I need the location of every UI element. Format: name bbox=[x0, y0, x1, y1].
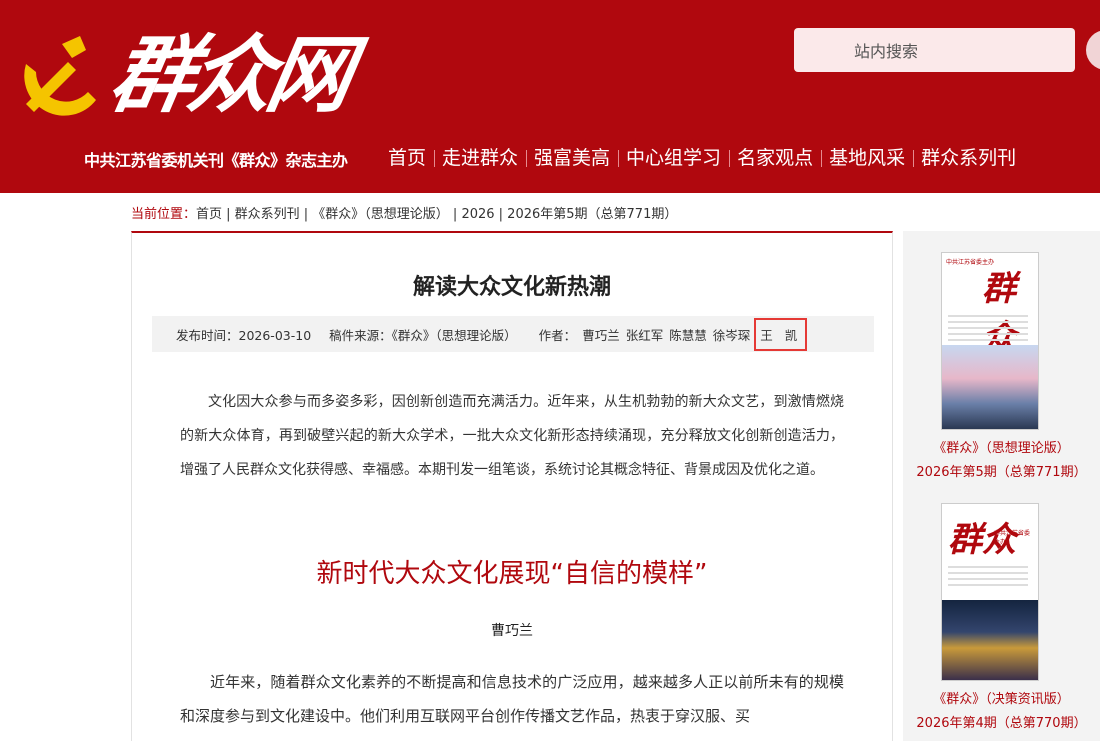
article-panel: 解读大众文化新热潮 发布时间：2026-03-10 稿件来源：《群众》（思想理论… bbox=[131, 231, 893, 741]
author-name: 陈慧慧 bbox=[669, 327, 707, 343]
highlighted-author: 王 凯 bbox=[754, 317, 808, 351]
nav-item-home[interactable]: 首页 bbox=[380, 143, 434, 173]
cover-image bbox=[942, 600, 1038, 680]
cover-image bbox=[942, 345, 1038, 429]
nav-item-qiangfu[interactable]: 强富美高 bbox=[526, 143, 618, 173]
breadcrumb-lead: 当前位置： bbox=[131, 207, 197, 222]
search-input[interactable]: 站内搜索 bbox=[794, 28, 1075, 72]
cover-issue: 2026年第4期（总第770期） bbox=[916, 716, 1087, 731]
nav-item-series[interactable]: 群众系列刊 bbox=[913, 143, 1024, 173]
article-title: 解读大众文化新热潮 bbox=[412, 275, 611, 300]
cover-caption-2[interactable]: 《群众》（决策资讯版） 2026年第4期（总第770期） bbox=[903, 688, 1100, 736]
sponsor-text: 中共江苏省委机关刊《群众》杂志主办 bbox=[84, 151, 348, 170]
author-name: 徐岑琛 bbox=[712, 327, 751, 343]
cover-title: 《群众》（决策资讯版） bbox=[933, 692, 1070, 707]
search-placeholder: 站内搜索 bbox=[854, 42, 919, 61]
breadcrumb-path[interactable]: 首页 | 群众系列刊 | 《群众》（思想理论版） | 2026 | 2026年第… bbox=[196, 207, 677, 222]
article-intro: 文化因大众参与而多姿多彩，因创新创造而充满活力。近年来，从生机勃勃的新大众文艺，… bbox=[180, 394, 844, 478]
cover-header: 中共江苏省委主办 bbox=[994, 530, 1031, 546]
article-source: 稿件来源：《群众》（思想理论版） bbox=[329, 327, 517, 343]
sidebar: 中共江苏省委主办 群众 《群众》（思想理论版） 2026年第5期（总第771期）… bbox=[903, 231, 1100, 741]
cover-contents bbox=[948, 566, 1028, 590]
article-meta: 发布时间：2026-03-10 稿件来源：《群众》（思想理论版） 作者： 曹巧兰… bbox=[152, 316, 874, 352]
author-name: 张红军 bbox=[625, 327, 664, 343]
magazine-cover-2[interactable]: 群众 中共江苏省委主办 bbox=[941, 503, 1039, 681]
nav-item-bases[interactable]: 基地风采 bbox=[821, 143, 913, 173]
article-body: 近年来，随着群众文化素养的不断提高和信息技术的广泛应用，越来越多人正以前所未有的… bbox=[180, 673, 844, 725]
main-nav: 首页 走进群众 强富美高 中心组学习 名家观点 基地风采 群众系列刊 bbox=[380, 143, 1024, 173]
nav-item-study[interactable]: 中心组学习 bbox=[618, 143, 729, 173]
section-byline: 曹巧兰 bbox=[491, 623, 533, 639]
site-header: 群众网 站内搜索 中共江苏省委机关刊《群众》杂志主办 首页 走进群众 强富美高 … bbox=[0, 0, 1100, 193]
publish-time: 发布时间：2026-03-10 bbox=[176, 327, 312, 343]
breadcrumb: 当前位置：首页 | 群众系列刊 | 《群众》（思想理论版） | 2026 | 2… bbox=[131, 203, 677, 222]
author-name: 曹巧兰 bbox=[582, 327, 620, 343]
authors-label: 作者： bbox=[538, 327, 577, 343]
magazine-cover-1[interactable]: 中共江苏省委主办 群众 bbox=[941, 252, 1039, 430]
section-subtitle: 新时代大众文化展现“自信的模样” bbox=[316, 559, 708, 589]
site-logo[interactable]: 群众网 bbox=[102, 20, 355, 130]
search-button[interactable] bbox=[1086, 30, 1100, 70]
nav-item-about[interactable]: 走进群众 bbox=[434, 143, 526, 173]
cover-issue: 2026年第5期（总第771期） bbox=[916, 465, 1087, 480]
cover-contents bbox=[948, 315, 1028, 345]
cover-title: 《群众》（思想理论版） bbox=[933, 441, 1070, 456]
party-emblem-icon bbox=[24, 36, 97, 116]
cover-caption-1[interactable]: 《群众》（思想理论版） 2026年第5期（总第771期） bbox=[903, 437, 1100, 485]
nav-item-experts[interactable]: 名家观点 bbox=[729, 143, 821, 173]
